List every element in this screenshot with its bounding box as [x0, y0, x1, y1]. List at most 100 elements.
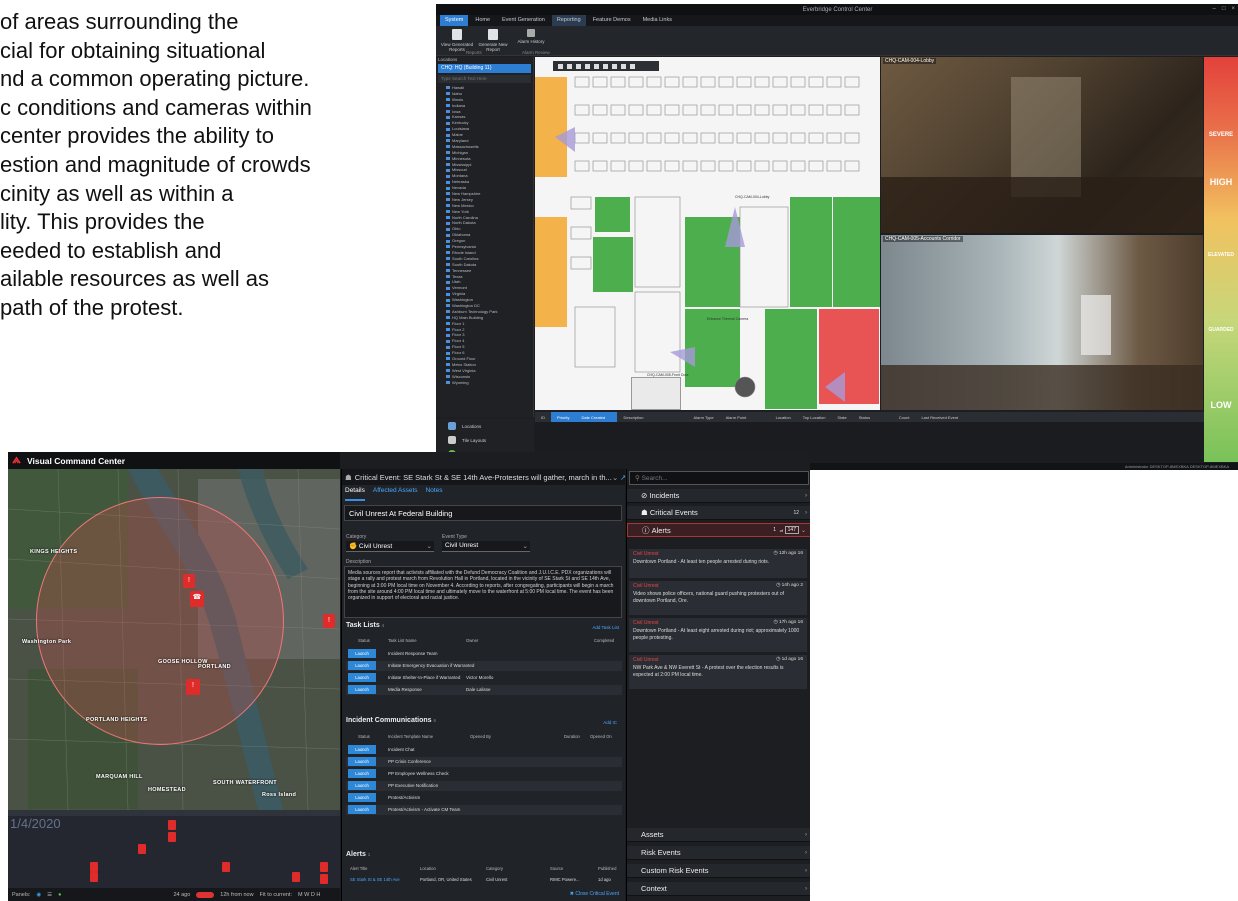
timeline-slider-thumb[interactable] [196, 891, 215, 898]
critical-event-pin[interactable]: ! [183, 574, 195, 588]
category-select[interactable]: ✊ Civil Unrest ⌄ [346, 541, 434, 552]
column-date-created[interactable]: Date Created [575, 412, 618, 422]
threat-level-label: GUARDED [1208, 327, 1234, 333]
column-top-location[interactable]: Top Location [797, 415, 832, 420]
alert-card[interactable]: Civil Unrest ◷ 14h ago 2 Video shows pol… [629, 581, 807, 615]
launch-button[interactable]: Launch [348, 685, 376, 694]
column-id[interactable]: ID [535, 415, 551, 420]
launch-button[interactable]: Launch [348, 649, 376, 658]
timeline-event-pin[interactable] [222, 862, 230, 872]
launch-button[interactable]: Launch [348, 793, 376, 802]
launch-button[interactable]: Launch [348, 781, 376, 790]
tree-item-label: Missouri [452, 167, 467, 173]
minimize-icon[interactable]: – [1213, 6, 1216, 12]
menu-tab-home[interactable]: Home [470, 15, 495, 26]
window-title: Everbridge Control Center [802, 6, 873, 13]
chevron-down-icon[interactable]: ⌄ [612, 473, 618, 482]
critical-event-pin[interactable]: ! [186, 679, 200, 695]
generate-new-report-button[interactable]: Generate New Report [476, 29, 510, 52]
column-state[interactable]: State [831, 415, 852, 420]
event-timeline[interactable]: 1/4/2020 [8, 810, 340, 888]
rss-icon[interactable]: ◉ [36, 892, 41, 898]
alarm-history-button[interactable]: Alarm History [514, 29, 548, 44]
column-priority[interactable]: Priority [551, 412, 576, 422]
event-type-select[interactable]: Civil Unrest ⌄ [442, 541, 530, 552]
view-generated-reports-button[interactable]: View Generated Reports [440, 29, 474, 52]
menu-tab-reporting[interactable]: Reporting [551, 15, 586, 26]
column-alarm-type[interactable]: Alarm Type [687, 415, 719, 420]
launch-button[interactable]: Launch [348, 661, 376, 670]
event-title-field[interactable]: Civil Unrest At Federal Building [344, 505, 622, 521]
tree-item-label: Minnesota [452, 155, 471, 161]
launch-button[interactable]: Launch [348, 673, 376, 682]
timeline-event-pin[interactable] [168, 820, 176, 830]
satellite-map[interactable]: ! ☎ ! ! KINGS HEIGHTS GOOSE HOLLOW PORTL… [8, 469, 340, 810]
risk-events-row[interactable]: Risk Events › [627, 846, 810, 860]
location-icon [446, 380, 450, 384]
critical-events-row[interactable]: ☗ Critical Events 12 › [627, 506, 810, 520]
search-input[interactable]: ⚲ Search... [629, 471, 809, 485]
launch-button[interactable]: Launch [348, 805, 376, 814]
search-icon: ⚲ [635, 475, 640, 482]
people-icon[interactable]: ● [58, 892, 61, 898]
nav-locations[interactable]: Locations [436, 419, 534, 433]
alerts-row[interactable]: ⓘ Alerts 1 of 147 ⌄ [627, 523, 810, 537]
column-alarm-point[interactable]: Alarm Point [720, 415, 770, 420]
tab-details[interactable]: Details [345, 487, 365, 501]
alerts-total[interactable]: 147 [784, 526, 799, 534]
menu-tab-media-links[interactable]: Media Links [638, 15, 677, 26]
timeline-event-pin[interactable] [320, 862, 328, 872]
camera-feed-accounts-corridor[interactable]: CHQ-CAM-005-Accounts Corridor [881, 235, 1203, 410]
column-location[interactable]: Location [770, 415, 797, 420]
timeline-scale-buttons[interactable]: M W D H [298, 892, 320, 898]
tree-item-label: South Dakota [452, 261, 477, 267]
timeline-event-pin[interactable] [292, 872, 300, 882]
maximize-icon[interactable]: □ [1222, 6, 1226, 12]
tab-notes[interactable]: Notes [426, 487, 443, 501]
close-critical-event-button[interactable]: ✖ Close Critical Event [570, 891, 619, 897]
column-count[interactable]: Count [893, 415, 916, 420]
description-field[interactable]: Media sources report that activists affi… [344, 566, 622, 618]
alert-card[interactable]: Civil Unrest ◷ 17h ago 16 Downtown Portl… [629, 618, 807, 652]
nav-tile-layouts[interactable]: Tile Layouts [436, 433, 534, 447]
tree-item-label: Floor 6 [452, 350, 465, 356]
close-icon[interactable]: × [1231, 6, 1235, 12]
tree-item-label: Kentucky [452, 120, 469, 126]
column-last-received-event[interactable]: Last Received Event [915, 415, 964, 420]
timeline-event-pin[interactable] [138, 844, 146, 854]
tree-item[interactable]: Wyoming [446, 380, 533, 386]
launch-button[interactable]: Launch [348, 769, 376, 778]
floor-plan[interactable]: CHQ-CAM-004-Lobby Entrance Thermal Camer… [535, 57, 880, 410]
camera-feed-lobby[interactable]: CHQ-CAM-004-Lobby [881, 57, 1203, 233]
alert-card[interactable]: Civil Unrest ◷ 1d ago 16 NW Park Ave & N… [629, 655, 807, 689]
launch-button[interactable]: Launch [348, 745, 376, 754]
menu-tab-system[interactable]: System [440, 15, 469, 26]
external-link-icon[interactable]: ↗ [620, 473, 625, 482]
event-radius-circle[interactable] [36, 497, 284, 745]
tab-affected-assets[interactable]: Affected Assets [373, 487, 418, 501]
custom-risk-events-row[interactable]: Custom Risk Events › [627, 864, 810, 878]
incidents-row[interactable]: ⊘ Incidents › [627, 489, 810, 503]
add-task-list-link[interactable]: Add Task List [592, 625, 619, 630]
assets-row[interactable]: Assets › [627, 828, 810, 842]
context-row[interactable]: Context › [627, 882, 810, 896]
timeline-event-pin[interactable] [320, 874, 328, 884]
location-search-input[interactable]: Type Search Text Here [438, 75, 531, 83]
alert-title-link[interactable]: SE Stark St & SE 14th Ave [350, 877, 400, 882]
column-status[interactable]: Status [853, 415, 893, 420]
timeline-event-pin[interactable] [168, 832, 176, 842]
menu-tab-feature-demos[interactable]: Feature Demos [588, 15, 636, 26]
timeline-event-pin[interactable] [90, 872, 98, 882]
column-description[interactable]: Description [617, 415, 687, 420]
timeline-event-pin[interactable] [90, 862, 98, 872]
launch-button[interactable]: Launch [348, 757, 376, 766]
critical-event-pin[interactable]: ! [323, 614, 335, 628]
location-icon [446, 369, 450, 373]
add-ic-link[interactable]: Add IC [603, 720, 617, 725]
location-selector[interactable]: CHQ: HQ (Building 11) [438, 64, 531, 73]
alert-card[interactable]: Civil Unrest ◷ 12h ago 16 Downtown Portl… [629, 549, 807, 578]
alert-table-row[interactable]: SE Stark St & SE 14th Ave Portland, OR, … [346, 876, 622, 884]
menu-tab-event-generation[interactable]: Event Generation [497, 15, 550, 26]
critical-event-pin[interactable]: ☎ [190, 591, 204, 607]
list-icon[interactable]: ☰ [47, 892, 52, 898]
